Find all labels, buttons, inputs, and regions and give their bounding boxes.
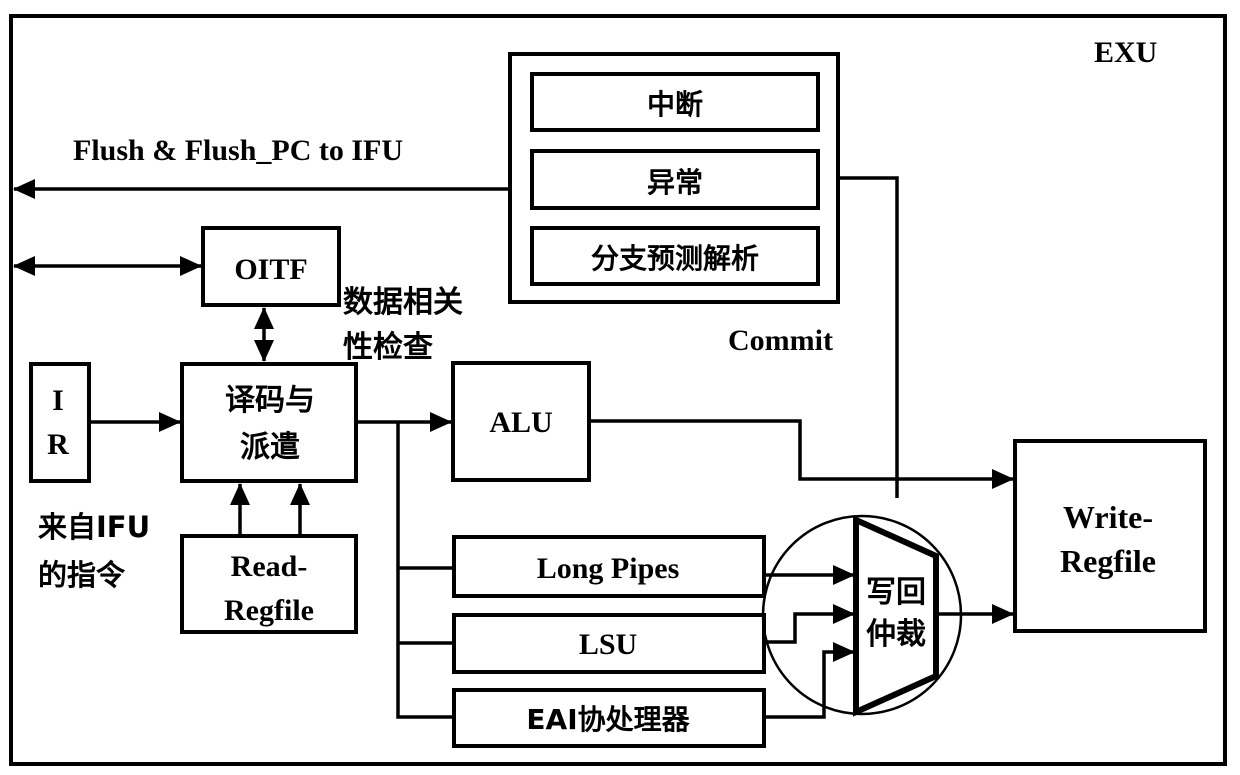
commit-item-interrupt-label: 中断 xyxy=(647,88,703,121)
from-ifu-label-line1: 来自IFU xyxy=(38,510,150,544)
decode-dispatch-label-line2: 派遣 xyxy=(240,430,300,465)
lsu-label: LSU xyxy=(579,628,637,661)
commit-label: Commit xyxy=(728,324,833,357)
commit-item-exception-label: 异常 xyxy=(647,166,703,199)
commit-item-branch-resolve-label: 分支预测解析 xyxy=(591,242,759,275)
write-regfile-block xyxy=(1013,439,1207,633)
read-regfile-label-line2: Regfile xyxy=(224,594,314,627)
write-regfile-label-line2: Regfile xyxy=(1060,543,1156,579)
commit-to-arbiter-wire xyxy=(838,176,899,498)
alu-to-write-regfile-wire xyxy=(589,419,1014,489)
wb-arbiter-mux xyxy=(853,515,939,717)
exu-title: EXU xyxy=(1094,36,1157,69)
dependency-check-label-line1: 数据相关 xyxy=(343,285,463,320)
wb-arbiter-label-line2: 仲裁 xyxy=(866,617,926,652)
flush-signal-label: Flush & Flush_PC to IFU xyxy=(73,134,403,167)
write-regfile-label-line1: Write- xyxy=(1063,499,1153,535)
dependency-check-label-line2: 性检查 xyxy=(343,330,433,365)
eai-to-arbiter-arrow xyxy=(764,642,855,719)
ir-block xyxy=(29,362,91,483)
ir-label-line1: I xyxy=(52,384,64,417)
lsu-to-arbiter-arrow xyxy=(764,604,855,644)
alu-label: ALU xyxy=(489,406,552,439)
eai-coprocessor-label: EAI协处理器 xyxy=(526,703,690,736)
ir-label-line2: R xyxy=(47,428,69,461)
read-regfile-label-line1: Read- xyxy=(231,550,308,583)
oitf-label: OITF xyxy=(234,253,307,286)
exu-diagram: EXU 中断 异常 分支预测解析 Commit Flush & Flush_PC… xyxy=(9,14,1227,766)
decode-dispatch-label-line1: 译码与 xyxy=(225,383,315,418)
long-pipes-label: Long Pipes xyxy=(537,552,680,585)
from-ifu-label-line2: 的指令 xyxy=(38,558,126,592)
wb-arbiter-label-line1: 写回 xyxy=(866,575,926,610)
